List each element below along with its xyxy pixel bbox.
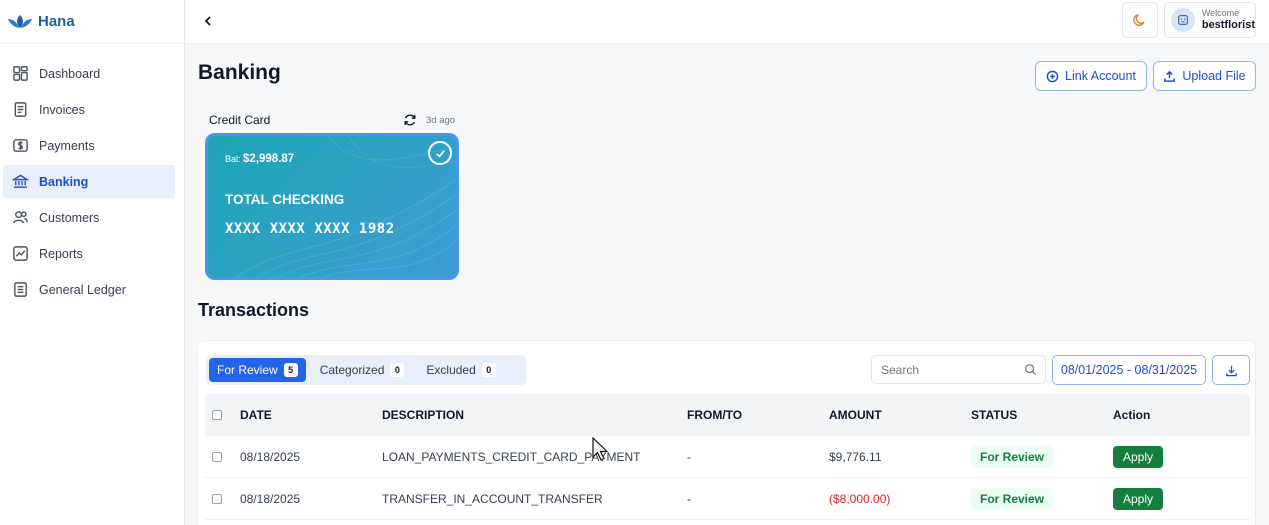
row-from-to: - [687, 492, 691, 506]
sidebar-item-customers[interactable]: Customers [3, 201, 175, 234]
select-all-checkbox[interactable] [212, 410, 222, 420]
app-name: Hana [38, 13, 75, 30]
link-account-button[interactable]: Link Account [1035, 61, 1147, 91]
sidebar-item-label: Banking [39, 174, 89, 189]
transactions-table: DATE DESCRIPTION FROM/TO AMOUNT STATUS A… [205, 394, 1250, 520]
column-header-from-to[interactable]: FROM/TO [687, 394, 742, 436]
sidebar-item-banking[interactable]: Banking [3, 165, 175, 198]
app-logo[interactable]: Hana [0, 0, 184, 44]
sidebar-item-payments[interactable]: Payments [3, 129, 175, 162]
mouse-cursor-icon [592, 437, 609, 461]
sidebar-item-label: Customers [39, 210, 100, 225]
selected-check-icon [428, 141, 452, 165]
balance-value: $2,998.87 [243, 153, 295, 165]
sidebar-item-label: Invoices [39, 102, 85, 117]
account-number: XXXX XXXX XXXX 1982 [225, 221, 395, 237]
transactions-title: Transactions [198, 300, 310, 320]
row-amount: ($8,000.00) [829, 492, 891, 506]
sidebar-item-reports[interactable]: Reports [3, 237, 175, 270]
search-input[interactable] [871, 355, 1046, 384]
bank-account-card[interactable]: Bal: $2,998.87 TOTAL CHECKING XXXX XXXX … [205, 133, 459, 280]
table-row[interactable]: 08/18/2025 LOAN_PAYMENTS_CREDIT_CARD_PAY… [205, 436, 1250, 478]
last-synced-text: 3d ago [426, 115, 456, 126]
tab-excluded[interactable]: Excluded 0 [418, 358, 503, 382]
column-header-amount[interactable]: AMOUNT [829, 394, 882, 436]
page-title: Banking [198, 61, 281, 84]
sidebar: Hana Dashboard Invoices Payments Banking… [0, 0, 185, 525]
user-menu[interactable]: Welcome bestflorist [1164, 2, 1256, 38]
user-avatar-icon [1177, 15, 1188, 25]
table-header: DATE DESCRIPTION FROM/TO AMOUNT STATUS A… [205, 394, 1250, 436]
sidebar-item-label: Reports [39, 246, 83, 261]
sidebar-item-label: Dashboard [39, 66, 101, 81]
tab-count-badge: 0 [481, 363, 496, 377]
date-range-label: 08/01/2025 - 08/31/2025 [1060, 363, 1198, 377]
account-type-label: Credit Card [209, 113, 271, 127]
upload-file-button[interactable]: Upload File [1153, 61, 1256, 91]
welcome-text: Welcome [1201, 8, 1240, 18]
dashboard-icon [11, 65, 29, 83]
balance-prefix: Bal: [225, 154, 241, 164]
link-account-label: Link Account [1065, 69, 1136, 83]
transactions-panel: For Review 5 Categorized 0 Excluded 0 08… [197, 340, 1256, 525]
account-name: TOTAL CHECKING [225, 192, 345, 207]
avatar [1171, 8, 1195, 32]
tab-label: Excluded [426, 363, 476, 377]
tab-categorized[interactable]: Categorized 0 [312, 358, 413, 382]
sidebar-item-label: Payments [39, 138, 95, 153]
moon-icon [1133, 14, 1145, 26]
dollar-icon [11, 137, 29, 155]
sidebar-item-label: General Ledger [39, 282, 126, 297]
search-icon [1025, 364, 1037, 376]
column-header-description[interactable]: DESCRIPTION [382, 394, 464, 436]
status-badge: For Review [971, 446, 1054, 468]
plus-circle-icon [1046, 70, 1059, 82]
status-badge: For Review [971, 488, 1054, 510]
bank-icon [11, 173, 29, 191]
column-header-action: Action [1113, 408, 1151, 422]
ledger-icon [11, 281, 29, 299]
column-header-date[interactable]: DATE [240, 394, 272, 436]
sidebar-item-general-ledger[interactable]: General Ledger [3, 273, 175, 306]
column-header-status[interactable]: STATUS [971, 394, 1017, 436]
row-checkbox[interactable] [212, 494, 222, 504]
row-from-to: - [687, 450, 691, 464]
row-checkbox[interactable] [212, 452, 222, 462]
username: bestflorist [1201, 18, 1255, 31]
chart-line-icon [11, 245, 29, 263]
sidebar-item-invoices[interactable]: Invoices [3, 93, 175, 126]
upload-icon [1164, 70, 1176, 82]
top-bar: Welcome bestflorist [185, 0, 1269, 44]
tab-count-badge: 5 [283, 363, 298, 377]
chevron-left-icon[interactable] [201, 12, 215, 30]
download-button[interactable] [1212, 355, 1250, 385]
row-amount: $9,776.11 [829, 450, 882, 464]
users-icon [11, 209, 29, 227]
sidebar-item-dashboard[interactable]: Dashboard [3, 57, 175, 90]
transaction-tabs: For Review 5 Categorized 0 Excluded 0 [206, 355, 526, 385]
apply-button[interactable]: Apply [1113, 446, 1164, 468]
upload-file-label: Upload File [1182, 69, 1246, 83]
refresh-icon[interactable] [403, 113, 417, 127]
sidebar-nav: Dashboard Invoices Payments Banking Cust… [0, 44, 184, 306]
date-range-button[interactable]: 08/01/2025 - 08/31/2025 [1052, 355, 1206, 385]
apply-button[interactable]: Apply [1113, 488, 1164, 510]
table-row[interactable]: 08/18/2025 TRANSFER_IN_ACCOUNT_TRANSFER … [205, 478, 1250, 520]
row-date: 08/18/2025 [240, 492, 301, 506]
tab-count-badge: 0 [390, 363, 405, 377]
card-balance: Bal: $2,998.87 [225, 153, 294, 165]
row-description: TRANSFER_IN_ACCOUNT_TRANSFER [382, 492, 603, 506]
download-icon [1225, 365, 1237, 376]
row-date: 08/18/2025 [240, 450, 301, 464]
tab-for-review[interactable]: For Review 5 [209, 358, 306, 382]
tab-label: Categorized [319, 363, 385, 377]
lotus-logo-icon [8, 14, 32, 28]
invoice-icon [11, 101, 29, 119]
theme-toggle-button[interactable] [1122, 2, 1158, 38]
tab-label: For Review [217, 363, 278, 377]
